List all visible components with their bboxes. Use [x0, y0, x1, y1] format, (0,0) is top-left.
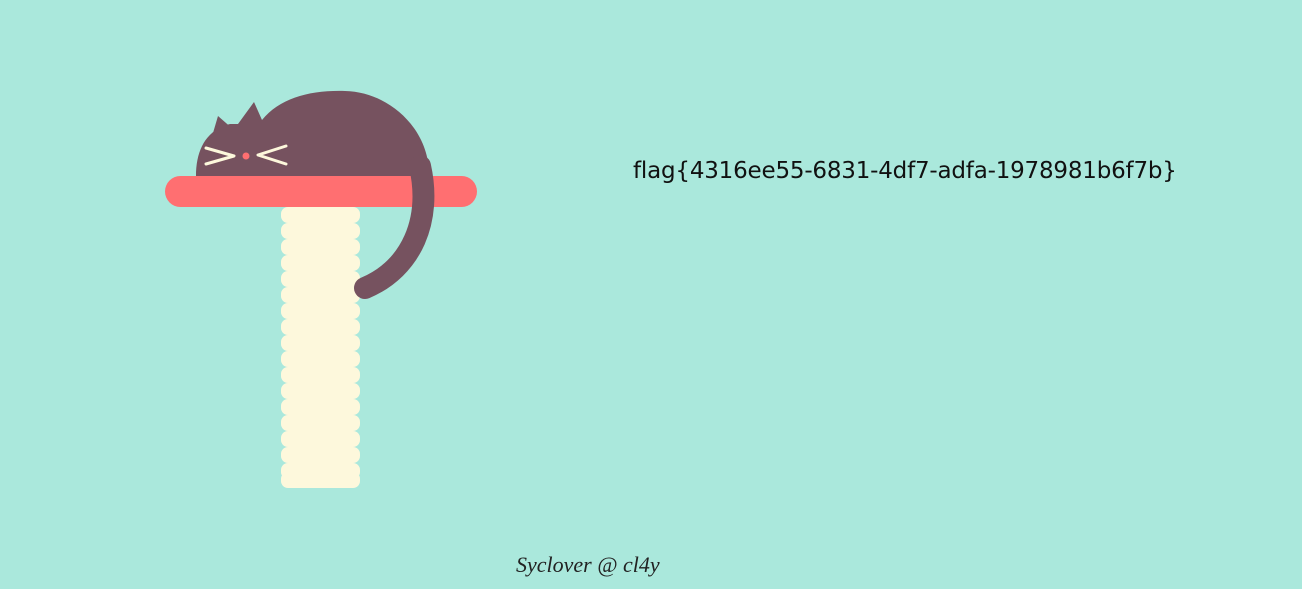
flag-text: flag{4316ee55-6831-4df7-adfa-1978981b6f7…: [633, 158, 1177, 184]
scratching-post: [281, 207, 360, 488]
cat-nose: [242, 152, 250, 160]
page: flag{4316ee55-6831-4df7-adfa-1978981b6f7…: [0, 0, 1302, 589]
cat-scene: [150, 80, 490, 500]
cat: [196, 90, 430, 176]
credit-text: Syclover @ cl4y: [516, 552, 660, 577]
cat-body: [196, 90, 430, 176]
cat-on-post-illustration: [165, 90, 477, 488]
